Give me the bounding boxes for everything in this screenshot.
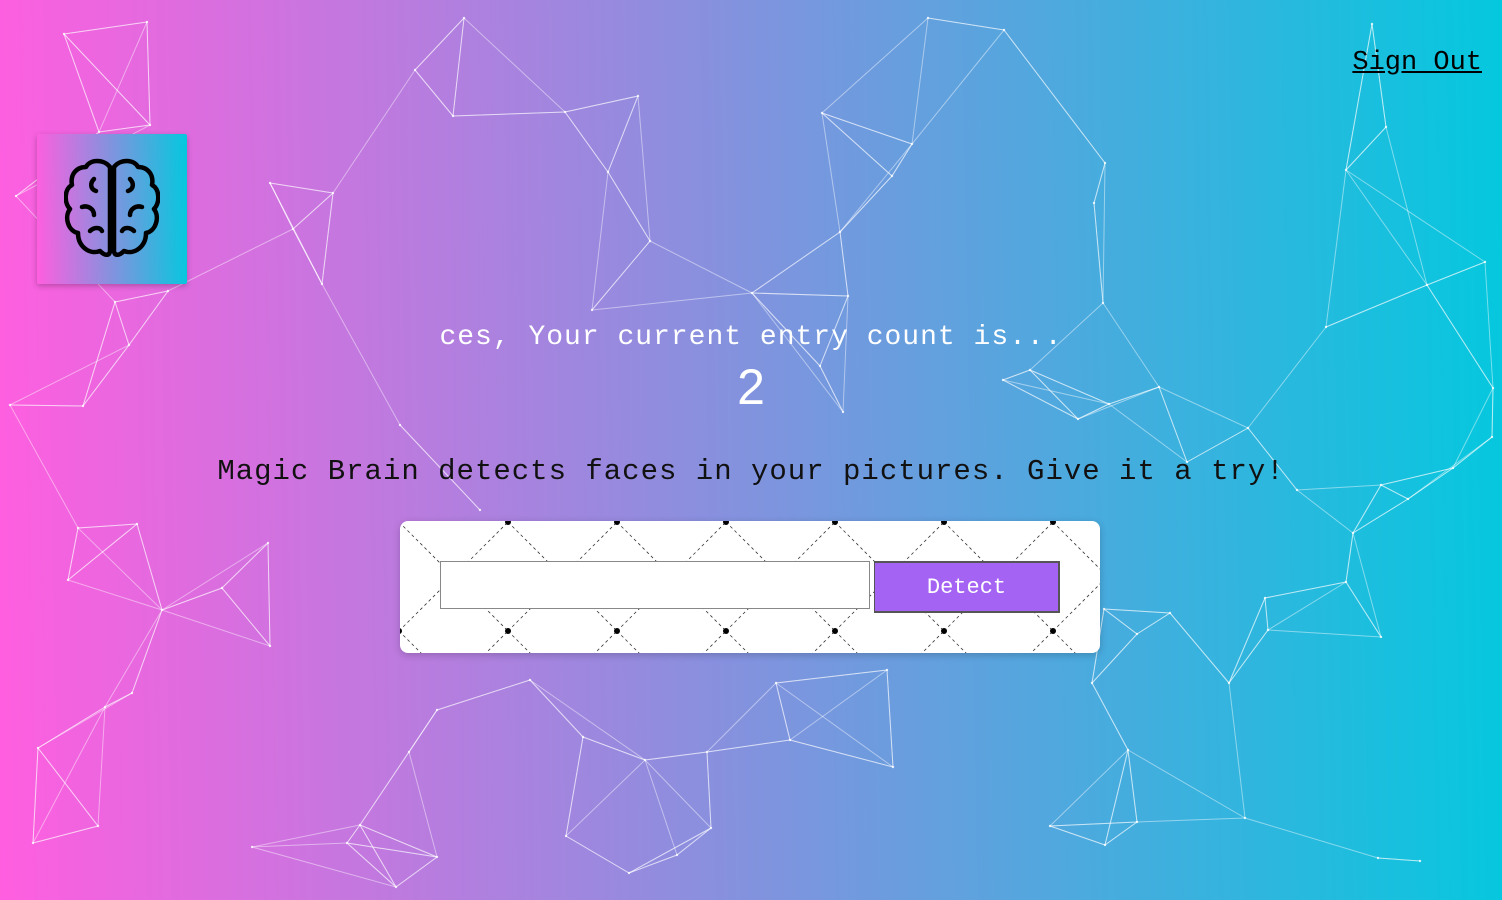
brain-icon [64, 158, 160, 257]
detect-button[interactable]: Detect [874, 561, 1060, 613]
tagline: Magic Brain detects faces in your pictur… [217, 455, 1285, 488]
navigation: Sign Out [1352, 48, 1482, 78]
sign-out-link[interactable]: Sign Out [1352, 48, 1482, 78]
image-url-input[interactable] [440, 561, 870, 609]
image-link-form: Detect [400, 521, 1100, 653]
particle-network-background [8, 16, 1495, 889]
logo [37, 134, 187, 284]
rank-message: ces, Your current entry count is... [439, 322, 1063, 353]
entry-count: 2 [737, 359, 765, 415]
